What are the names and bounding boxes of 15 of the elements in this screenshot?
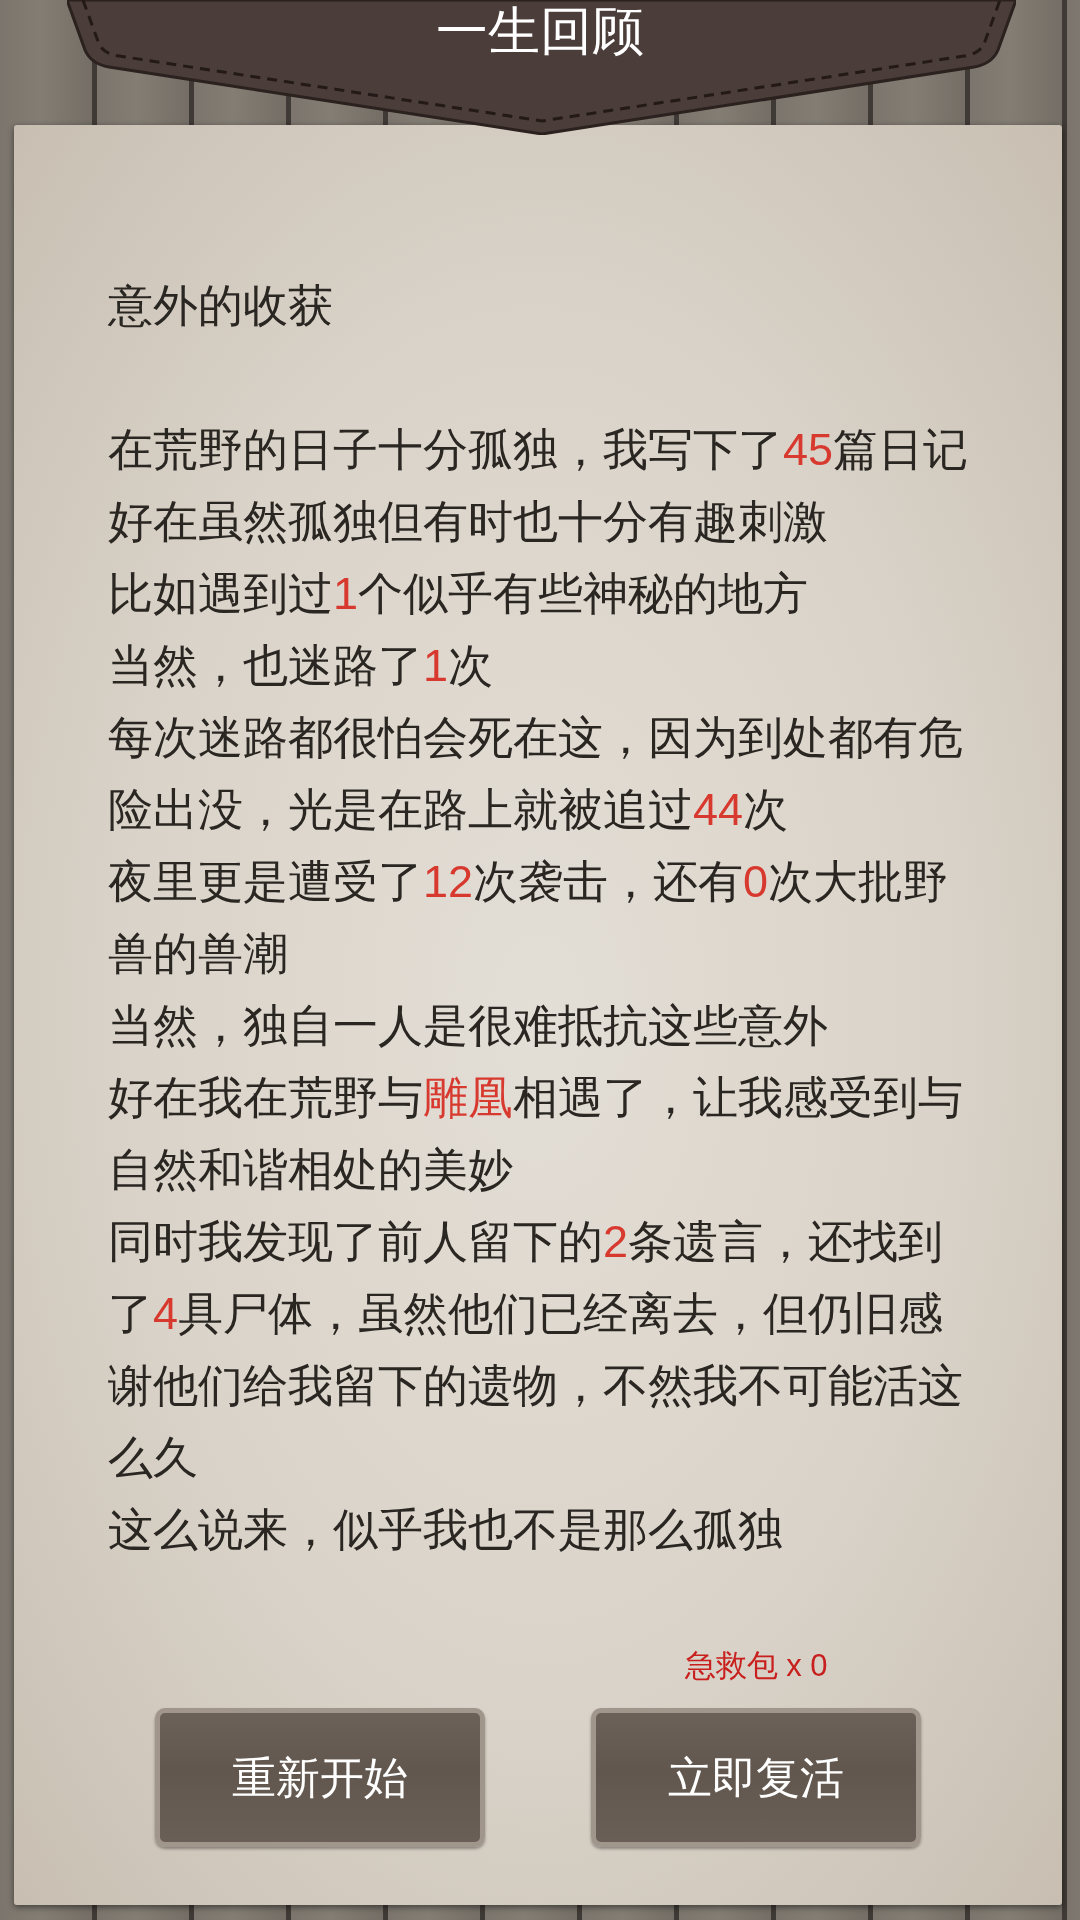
revive-button[interactable]: 立即复活 [591, 1708, 921, 1847]
story-paragraph: 好在我在荒野与雕凰相遇了，让我感受到与自然和谐相处的美妙 [108, 1071, 964, 1197]
story-paragraph: 比如遇到过1个似乎有些神秘的地方 [108, 567, 810, 621]
story-paragraph: 夜里更是遭受了 12次袭击，还有0次大批野兽的兽潮 [108, 855, 950, 981]
restart-button[interactable]: 重新开始 [155, 1708, 485, 1847]
first-aid-count: 急救包 x 0 [684, 1647, 828, 1685]
story-heading: 意外的收获 [108, 279, 334, 333]
story-paragraph: 同时我发现了前人留下的2条遗言，还找到了4具尸体，虽然他们已经离去，但仍旧感谢他们给我留下的遗物，不然我不可能活这么久 [108, 1215, 964, 1485]
story-paragraph: 每次迷路都很怕会死在这，因为到处都有危险出没，光是在路上就被追过44次 [108, 711, 964, 837]
story-paragraph: 这么说来，似乎我也不是那么孤独 [108, 1503, 784, 1557]
screen-title: 一生回顾 [436, 1, 644, 62]
story-paragraph: 当然，也迷路了 1次 [108, 639, 495, 693]
story-paragraph: 好在虽然孤独但有时也十分有趣刺激 [108, 495, 829, 549]
story-paragraph: 当然，独自一人是很难抵抗这些意外 [108, 999, 829, 1053]
story-paragraph: 在荒野的日子十分孤独，我写下了45篇日记 [108, 423, 970, 477]
